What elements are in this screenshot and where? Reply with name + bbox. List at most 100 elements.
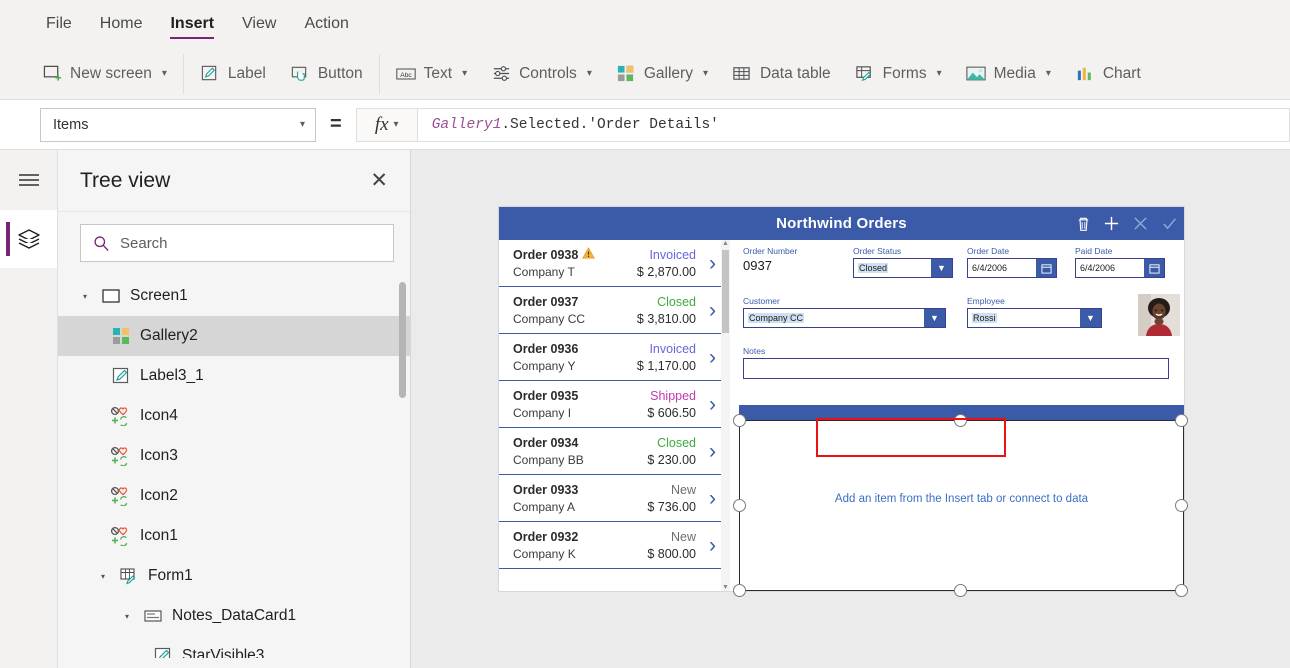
button-button-label: Button bbox=[317, 64, 363, 82]
chevron-down-icon: ▾ bbox=[702, 68, 708, 79]
chevron-right-icon[interactable]: › bbox=[709, 535, 716, 556]
menu-item-view[interactable]: View bbox=[228, 0, 290, 48]
orders-gallery[interactable]: Order 0938 Company T Invoiced $ 2,870.00… bbox=[499, 240, 730, 591]
tree-view-rail-button[interactable] bbox=[0, 210, 57, 268]
tree-item-gallery2[interactable]: Gallery2 bbox=[58, 316, 410, 356]
plus-icon[interactable] bbox=[1103, 215, 1120, 232]
chevron-right-icon[interactable]: › bbox=[709, 441, 716, 462]
tree-item-icon3[interactable]: Icon3 bbox=[58, 436, 410, 476]
tree-item-icon4[interactable]: Icon4 bbox=[58, 396, 410, 436]
button-button[interactable]: Button bbox=[278, 52, 375, 96]
chevron-down-icon[interactable]: ▼ bbox=[1080, 309, 1101, 327]
tree-item-form1[interactable]: ▾ Form1 bbox=[58, 556, 410, 596]
tree-search-wrapper: Search bbox=[58, 212, 410, 276]
resize-handle-bottom-left[interactable] bbox=[733, 584, 746, 597]
order-number-label: Order Number bbox=[743, 246, 798, 256]
chevron-down-icon[interactable]: ▼ bbox=[931, 259, 952, 277]
formula-input[interactable]: Gallery1 .Selected.'Order Details' bbox=[417, 107, 1290, 142]
ribbon-group-controls: Abc Text ▾ Controls ▾ Gallery ▾ Data tab… bbox=[384, 52, 1153, 96]
gallery-amount: $ 2,870.00 bbox=[636, 264, 696, 279]
trash-icon[interactable] bbox=[1076, 216, 1091, 232]
menu-item-home[interactable]: Home bbox=[86, 0, 157, 48]
resize-handle-middle-right[interactable] bbox=[1175, 499, 1188, 512]
resize-handle-middle-left[interactable] bbox=[733, 499, 746, 512]
gallery-company: Company T bbox=[513, 264, 575, 279]
resize-handle-top-left[interactable] bbox=[733, 414, 746, 427]
resize-handle-bottom-right[interactable] bbox=[1175, 584, 1188, 597]
gallery-button[interactable]: Gallery ▾ bbox=[604, 52, 720, 96]
media-button[interactable]: Media ▾ bbox=[954, 52, 1063, 96]
gallery-scrollbar[interactable]: ▲ ▼ bbox=[721, 240, 730, 591]
tree-item-label3-1[interactable]: Label3_1 bbox=[58, 356, 410, 396]
gallery-icon bbox=[616, 64, 636, 84]
checkmark-icon[interactable] bbox=[1161, 215, 1178, 232]
chevron-right-icon[interactable]: › bbox=[709, 253, 716, 274]
tree-item-starvisible3[interactable]: StarVisible3 bbox=[58, 636, 410, 658]
order-status-dropdown[interactable]: Closed ▼ bbox=[853, 258, 953, 278]
hamburger-menu-button[interactable] bbox=[0, 150, 57, 210]
resize-handle-top-right[interactable] bbox=[1175, 414, 1188, 427]
gallery-status: Invoiced bbox=[649, 247, 696, 262]
chevron-right-icon[interactable]: › bbox=[709, 347, 716, 368]
notes-label: Notes bbox=[743, 346, 766, 356]
forms-button[interactable]: Forms ▾ bbox=[843, 52, 954, 96]
gallery-row[interactable]: Order 0933 Company A New $ 736.00 › bbox=[499, 475, 730, 522]
gallery-row[interactable]: Order 0936 Company Y Invoiced $ 1,170.00… bbox=[499, 334, 730, 381]
menu-item-file[interactable]: File bbox=[32, 0, 86, 48]
twisty-icon[interactable]: ▾ bbox=[96, 572, 110, 581]
property-select[interactable]: Items ▾ bbox=[40, 107, 316, 142]
tree-item-screen1[interactable]: ▾ Screen1 bbox=[58, 276, 410, 316]
tree-item-icon1[interactable]: Icon1 bbox=[58, 516, 410, 556]
resize-handle-bottom-center[interactable] bbox=[954, 584, 967, 597]
chart-button-label: Chart bbox=[1102, 64, 1141, 82]
search-placeholder: Search bbox=[120, 234, 168, 252]
scroll-down-arrow[interactable]: ▼ bbox=[722, 584, 729, 591]
chevron-right-icon[interactable]: › bbox=[709, 300, 716, 321]
calendar-icon[interactable] bbox=[1036, 259, 1056, 277]
menu-item-insert[interactable]: Insert bbox=[156, 0, 228, 48]
order-details-form: Order Number 0937 Order Status Closed ▼ … bbox=[739, 240, 1184, 405]
label-icon bbox=[152, 645, 174, 658]
cancel-x-icon[interactable] bbox=[1132, 215, 1149, 232]
gallery-row[interactable]: Order 0935 Company I Shipped $ 606.50 › bbox=[499, 381, 730, 428]
gallery-scrollbar-thumb[interactable] bbox=[722, 250, 729, 333]
menu-item-action[interactable]: Action bbox=[290, 0, 362, 48]
gallery-row[interactable]: Order 0934 Company BB Closed $ 230.00 › bbox=[499, 428, 730, 475]
gallery-order-title: Order 0934 bbox=[513, 435, 579, 450]
gallery-row[interactable]: Order 0938 Company T Invoiced $ 2,870.00… bbox=[499, 240, 730, 287]
chevron-down-icon: ▾ bbox=[393, 119, 399, 130]
tree-item-icon2[interactable]: Icon2 bbox=[58, 476, 410, 516]
paid-date-input[interactable]: 6/4/2006 bbox=[1075, 258, 1165, 278]
datacard-icon bbox=[142, 605, 164, 627]
order-date-input[interactable]: 6/4/2006 bbox=[967, 258, 1057, 278]
gallery-order-title: Order 0938 bbox=[513, 246, 608, 264]
gallery-amount: $ 736.00 bbox=[647, 499, 696, 514]
chevron-right-icon[interactable]: › bbox=[709, 488, 716, 509]
chevron-down-icon[interactable]: ▼ bbox=[924, 309, 945, 327]
controls-button[interactable]: Controls ▾ bbox=[479, 52, 604, 96]
tree-item-notes-datacard1[interactable]: ▾ Notes_DataCard1 bbox=[58, 596, 410, 636]
gallery-row[interactable]: Order 0932 Company K New $ 800.00 › bbox=[499, 522, 730, 569]
data-table-button[interactable]: Data table bbox=[720, 52, 843, 96]
label-button[interactable]: Label bbox=[188, 52, 278, 96]
twisty-icon[interactable]: ▾ bbox=[78, 292, 92, 301]
employee-dropdown[interactable]: Rossi ▼ bbox=[967, 308, 1102, 328]
customer-dropdown[interactable]: Company CC ▼ bbox=[743, 308, 946, 328]
gallery-amount: $ 1,170.00 bbox=[636, 358, 696, 373]
scroll-up-arrow[interactable]: ▲ bbox=[722, 240, 729, 247]
gallery-status: Invoiced bbox=[649, 341, 696, 356]
tree-scrollbar-thumb[interactable] bbox=[399, 282, 406, 398]
close-icon[interactable]: ✕ bbox=[370, 170, 388, 191]
gallery-amount: $ 800.00 bbox=[647, 546, 696, 561]
calendar-icon[interactable] bbox=[1144, 259, 1164, 277]
text-button[interactable]: Abc Text ▾ bbox=[384, 52, 479, 96]
gallery-row[interactable]: Order 0937 Company CC Closed $ 3,810.00 … bbox=[499, 287, 730, 334]
twisty-icon[interactable]: ▾ bbox=[120, 612, 134, 621]
chart-button[interactable]: Chart bbox=[1063, 52, 1153, 96]
search-input[interactable]: Search bbox=[80, 224, 394, 262]
chevron-right-icon[interactable]: › bbox=[709, 394, 716, 415]
fx-button[interactable]: fx ▾ bbox=[355, 107, 418, 142]
new-screen-button[interactable]: New screen ▾ bbox=[30, 52, 179, 96]
notes-input[interactable] bbox=[743, 358, 1169, 379]
ribbon-group-controls-basic: Label Button bbox=[188, 52, 375, 96]
